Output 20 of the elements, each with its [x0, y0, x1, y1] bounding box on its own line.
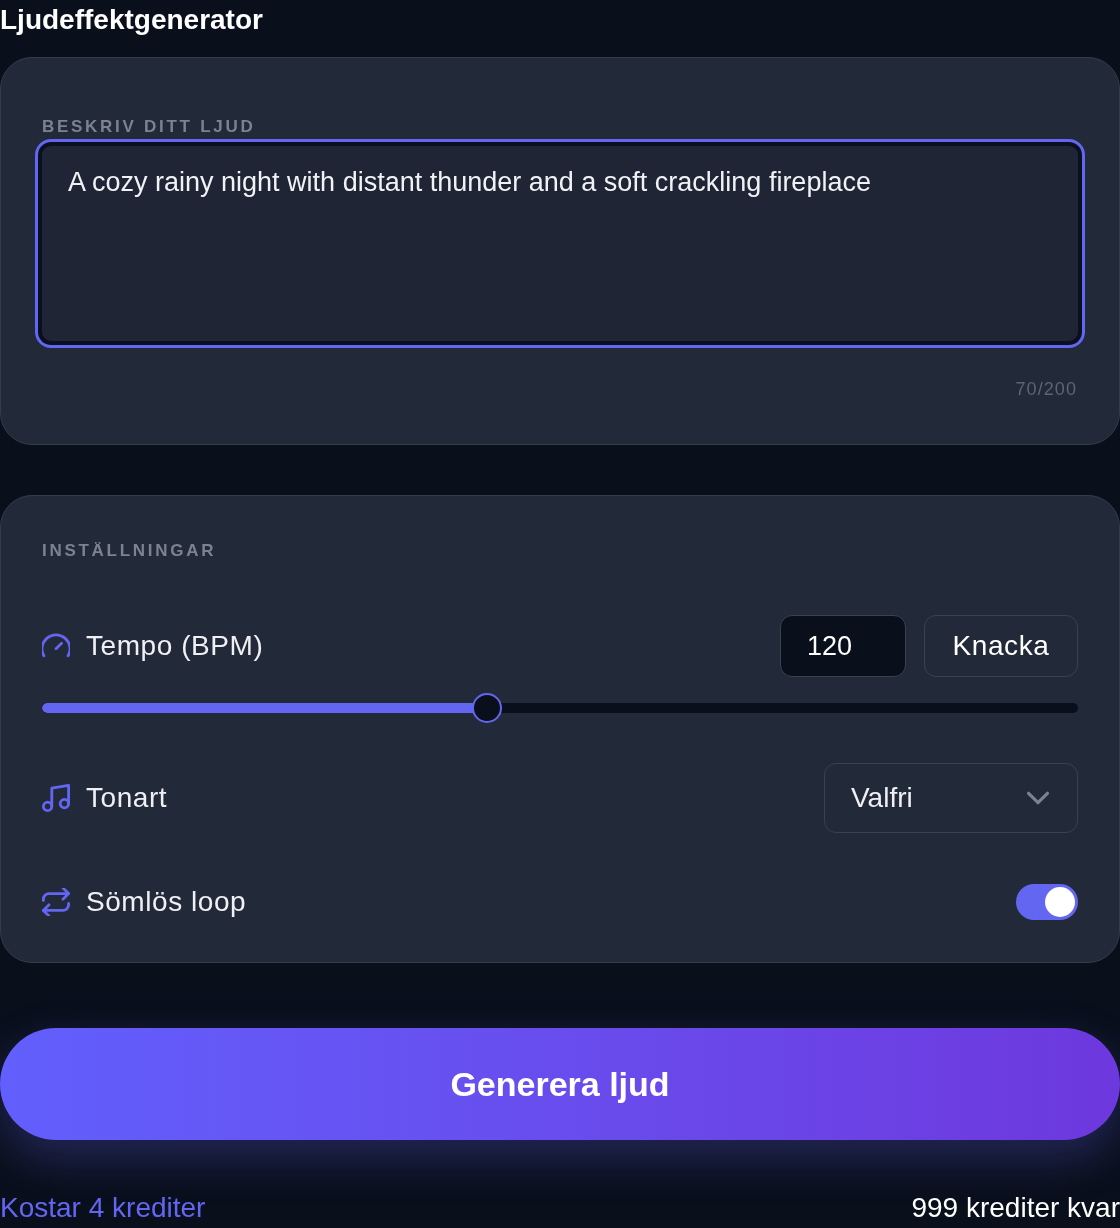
slider-thumb[interactable]	[472, 693, 503, 723]
loop-toggle[interactable]	[1016, 884, 1078, 920]
generate-button[interactable]: Generera ljud	[0, 1028, 1120, 1140]
field-label: BESKRIV DITT LJUD	[41, 117, 257, 137]
character-counter: 70/200	[1015, 379, 1077, 399]
key-select[interactable]: Valfri	[824, 763, 1078, 833]
page-title: Ljudeffektgenerator	[0, 3, 264, 37]
description-input[interactable]: A cozy rainy night with distant thunder and a soft crackling fireplace	[35, 139, 1085, 348]
cost-text: Kostar 4 krediter	[0, 1191, 206, 1225]
setting-label: Tempo (BPM)	[86, 629, 264, 663]
music-note-icon	[42, 784, 70, 812]
setting-label: Tonart	[86, 781, 168, 815]
credit-balance: 999 krediter kvar	[911, 1191, 1120, 1225]
repeat-icon	[42, 888, 70, 916]
bpm-input[interactable]: 120	[780, 615, 906, 677]
setting-label: Sömlös loop	[86, 885, 247, 919]
tap-tempo-button[interactable]: Knacka	[924, 615, 1078, 677]
gauge-icon	[42, 632, 70, 660]
tempo-slider[interactable]	[42, 693, 1078, 723]
section-heading: INSTÄLLNINGAR	[42, 541, 218, 561]
